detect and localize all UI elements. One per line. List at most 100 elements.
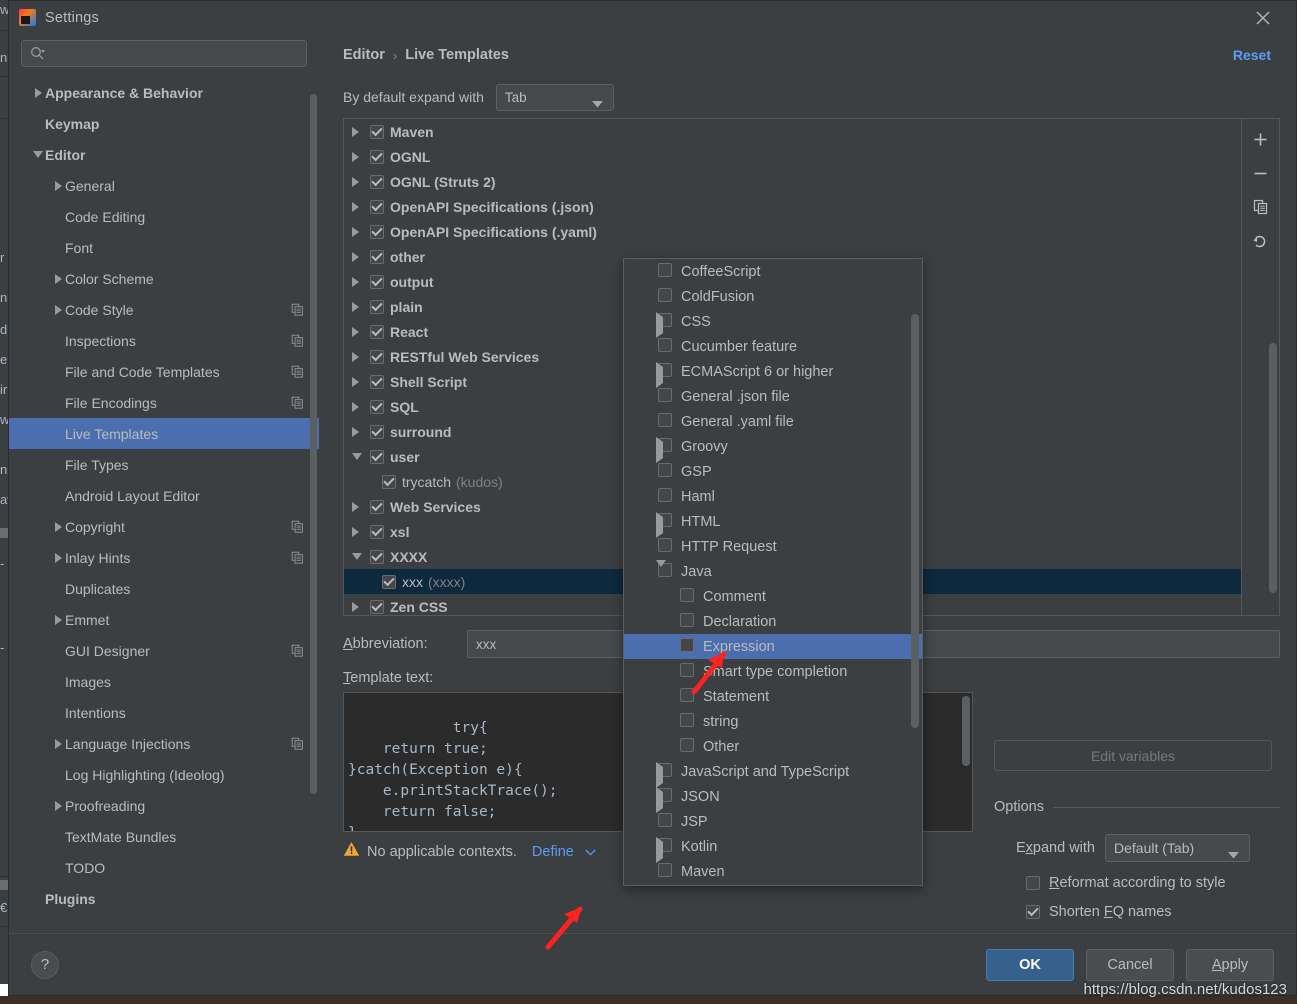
duplicate-icon[interactable] xyxy=(1249,195,1273,219)
template-checkbox-cell[interactable] xyxy=(370,149,390,164)
chevron-right-icon[interactable] xyxy=(352,201,359,212)
sidebar-item-gui-designer[interactable]: GUI Designer xyxy=(9,635,319,666)
expand-toggle[interactable] xyxy=(352,276,370,287)
define-link[interactable]: Define xyxy=(532,844,574,860)
context-option-jsp[interactable]: JSP xyxy=(624,809,922,834)
breadcrumb-parent[interactable]: Editor xyxy=(343,47,385,63)
context-option-json[interactable]: JSON xyxy=(624,784,922,813)
chevron-right-icon[interactable] xyxy=(352,526,359,537)
add-template-button[interactable] xyxy=(1249,127,1273,151)
apply-button[interactable]: Apply xyxy=(1186,948,1274,981)
expand-toggle[interactable] xyxy=(51,180,65,191)
edit-variables-button[interactable]: Edit variables xyxy=(994,740,1272,771)
chevron-down-icon[interactable] xyxy=(585,843,596,861)
expand-toggle[interactable] xyxy=(31,87,45,98)
context-option-gsp[interactable]: GSP xyxy=(624,459,922,484)
chevron-right-icon[interactable] xyxy=(352,301,359,312)
template-checkbox-cell[interactable] xyxy=(370,599,390,614)
template-checkbox-cell[interactable] xyxy=(370,249,390,264)
sidebar-item-file-and-code-templates[interactable]: File and Code Templates xyxy=(9,356,319,387)
context-option-maven[interactable]: Maven xyxy=(624,859,922,884)
expand-toggle[interactable] xyxy=(352,176,370,187)
context-option-general-yaml-file[interactable]: General .yaml file xyxy=(624,409,922,434)
context-checkbox[interactable] xyxy=(680,612,694,627)
template-checkbox-cell[interactable] xyxy=(370,374,390,389)
template-group-row[interactable]: OGNL xyxy=(344,144,1241,169)
context-checkbox-cell[interactable] xyxy=(658,812,672,831)
context-checkbox-cell[interactable] xyxy=(658,537,672,556)
sidebar-item-live-templates[interactable]: Live Templates xyxy=(9,418,319,449)
chevron-right-icon[interactable] xyxy=(352,151,359,162)
template-checkbox[interactable] xyxy=(370,124,384,139)
expand-toggle[interactable] xyxy=(352,326,370,337)
sidebar-item-appearance-behavior[interactable]: Appearance & Behavior xyxy=(9,77,319,108)
context-checkbox-cell[interactable] xyxy=(680,637,694,656)
sidebar-item-inspections[interactable]: Inspections xyxy=(9,325,319,356)
context-option-statement[interactable]: Statement xyxy=(624,684,922,709)
template-checkbox-cell[interactable] xyxy=(382,474,402,489)
context-checkbox[interactable] xyxy=(680,687,694,702)
chevron-right-icon[interactable] xyxy=(54,614,62,625)
expand-toggle[interactable] xyxy=(352,301,370,312)
chevron-right-icon[interactable] xyxy=(352,376,359,387)
template-checkbox[interactable] xyxy=(370,374,384,389)
expand-toggle[interactable] xyxy=(352,376,370,387)
context-checkbox[interactable] xyxy=(680,637,694,652)
sidebar-item-proofreading[interactable]: Proofreading xyxy=(9,790,319,821)
search-input[interactable] xyxy=(49,46,298,61)
expand-toggle[interactable] xyxy=(51,273,65,284)
chevron-right-icon[interactable] xyxy=(352,326,359,337)
template-checkbox-cell[interactable] xyxy=(370,199,390,214)
reset-link[interactable]: Reset xyxy=(1233,47,1271,63)
template-checkbox[interactable] xyxy=(370,449,384,464)
template-checkbox[interactable] xyxy=(370,149,384,164)
context-option-comment[interactable]: Comment xyxy=(624,584,922,609)
template-checkbox[interactable] xyxy=(370,524,384,539)
context-checkbox-cell[interactable] xyxy=(658,387,672,406)
template-checkbox-cell[interactable] xyxy=(382,574,402,589)
expand-toggle[interactable] xyxy=(31,151,45,158)
template-checkbox-cell[interactable] xyxy=(370,224,390,239)
template-checkbox-cell[interactable] xyxy=(370,499,390,514)
context-checkbox[interactable] xyxy=(658,412,672,427)
chevron-right-icon[interactable] xyxy=(352,226,359,237)
context-checkbox[interactable] xyxy=(680,712,694,727)
copy-settings-icon[interactable] xyxy=(291,334,305,347)
context-option-kotlin[interactable]: Kotlin xyxy=(624,834,922,863)
expand-toggle[interactable] xyxy=(656,787,663,813)
expand-toggle[interactable] xyxy=(656,437,663,463)
context-option-general-json-file[interactable]: General .json file xyxy=(624,384,922,409)
expand-default-select[interactable]: Tab xyxy=(495,83,614,111)
context-checkbox-cell[interactable] xyxy=(658,487,672,506)
chevron-right-icon[interactable] xyxy=(54,180,62,191)
expand-toggle[interactable] xyxy=(352,351,370,362)
tree-scrollbar[interactable] xyxy=(1269,343,1277,593)
expand-toggle[interactable] xyxy=(352,401,370,412)
template-checkbox-cell[interactable] xyxy=(370,124,390,139)
chevron-right-icon[interactable] xyxy=(352,176,359,187)
template-checkbox-cell[interactable] xyxy=(370,449,390,464)
template-checkbox[interactable] xyxy=(370,174,384,189)
copy-settings-icon[interactable] xyxy=(291,396,305,409)
sidebar-item-editor[interactable]: Editor xyxy=(9,139,319,170)
template-checkbox[interactable] xyxy=(370,599,384,614)
context-checkbox-cell[interactable] xyxy=(680,662,694,681)
sidebar-item-todo[interactable]: TODO xyxy=(9,852,319,883)
template-checkbox[interactable] xyxy=(382,474,396,489)
context-option-java[interactable]: Java xyxy=(624,559,922,584)
context-checkbox[interactable] xyxy=(658,537,672,552)
sidebar-item-code-editing[interactable]: Code Editing xyxy=(9,201,319,232)
template-checkbox[interactable] xyxy=(370,299,384,314)
context-checkbox[interactable] xyxy=(680,662,694,677)
chevron-right-icon[interactable] xyxy=(54,552,62,563)
copy-settings-icon[interactable] xyxy=(291,520,305,533)
expand-toggle[interactable] xyxy=(352,251,370,262)
expand-toggle[interactable] xyxy=(51,521,65,532)
chevron-down-icon[interactable] xyxy=(33,151,43,158)
chevron-right-icon[interactable] xyxy=(54,521,62,532)
context-checkbox-cell[interactable] xyxy=(658,412,672,431)
context-checkbox[interactable] xyxy=(658,387,672,402)
template-checkbox[interactable] xyxy=(370,199,384,214)
chevron-right-icon[interactable] xyxy=(352,126,359,137)
expand-toggle[interactable] xyxy=(51,800,65,811)
